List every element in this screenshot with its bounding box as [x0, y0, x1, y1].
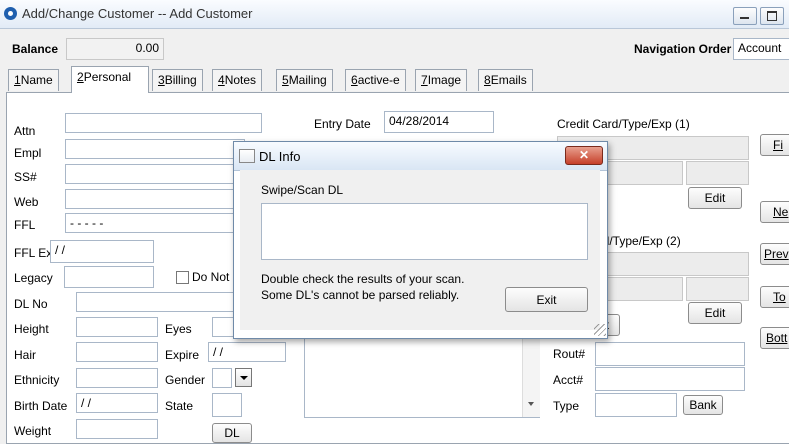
tab-emails[interactable]: 8Emails: [478, 69, 533, 91]
dialog-body: Swipe/Scan DL Double check the results o…: [240, 170, 600, 330]
hair-field[interactable]: [76, 342, 158, 362]
weight-label: Weight: [14, 424, 52, 438]
dialog-titlebar: DL Info ✕: [234, 142, 607, 171]
notes-scrollbar[interactable]: [522, 336, 540, 417]
close-icon: ✕: [578, 148, 590, 162]
gender-label: Gender: [165, 373, 206, 387]
tab-billing[interactable]: 3Billing: [152, 69, 203, 91]
window-titlebar: Add/Change Customer -- Add Customer: [0, 0, 789, 29]
state-field[interactable]: [212, 393, 242, 417]
minimize-button[interactable]: [733, 7, 757, 25]
navigation-order-label: Navigation Order: [634, 42, 732, 56]
legacy-label: Legacy: [14, 271, 53, 285]
tab-image[interactable]: 7Image: [415, 69, 468, 91]
height-label: Height: [14, 322, 49, 336]
attn-label: Attn: [14, 124, 36, 138]
swipe-scan-input[interactable]: [261, 203, 588, 260]
tab-notes[interactable]: 4Notes: [212, 69, 263, 91]
rout-label: Rout#: [553, 347, 586, 361]
dl-no-label: DL No: [14, 297, 48, 311]
acct-field[interactable]: [595, 367, 745, 391]
expire-field[interactable]: / /: [208, 342, 286, 362]
gender-field[interactable]: [212, 368, 232, 388]
minimize-icon: [740, 17, 749, 19]
empl-field[interactable]: [65, 139, 245, 159]
bottom-record-button[interactable]: Bott: [760, 327, 789, 349]
swipe-scan-label: Swipe/Scan DL: [261, 183, 344, 197]
maximize-button[interactable]: [760, 7, 784, 25]
entry-date-field[interactable]: 04/28/2014: [384, 111, 494, 133]
dl-button[interactable]: DL: [212, 423, 252, 443]
credit-card-1-label: Credit Card/Type/Exp (1): [557, 117, 690, 131]
tab-name[interactable]: 1Name: [8, 69, 59, 91]
gender-dropdown-button[interactable]: [235, 368, 252, 387]
dialog-note-line2: Some DL's cannot be parsed reliably.: [261, 288, 460, 302]
web-field[interactable]: [65, 189, 245, 209]
top-record-button[interactable]: To: [760, 286, 789, 308]
credit-card-2-exp: [686, 277, 749, 301]
state-label: State: [165, 399, 194, 413]
credit-card-1-edit-button[interactable]: Edit: [688, 187, 742, 209]
ssn-label: SS#: [14, 170, 37, 184]
birth-date-field[interactable]: / /: [76, 393, 158, 413]
app-icon: [4, 7, 17, 20]
legacy-field[interactable]: [64, 266, 154, 288]
dl-no-field[interactable]: [76, 292, 241, 312]
tab-personal[interactable]: 2Personal: [71, 66, 149, 93]
do-not-label: Do Not: [192, 270, 230, 284]
first-record-button[interactable]: Fi: [760, 134, 789, 156]
height-field[interactable]: [76, 317, 158, 337]
type-field[interactable]: [595, 393, 677, 417]
scroll-down-icon: [528, 402, 534, 406]
exit-button[interactable]: Exit: [505, 287, 588, 312]
dialog-window-icon: [239, 149, 255, 163]
notes-textarea[interactable]: [304, 335, 540, 418]
ethnicity-label: Ethnicity: [14, 373, 60, 387]
dialog-title: DL Info: [259, 149, 301, 164]
credit-card-2-edit-button[interactable]: Edit: [688, 302, 742, 324]
maximize-icon: [767, 11, 777, 21]
window-title: Add/Change Customer -- Add Customer: [22, 6, 253, 21]
balance-value: 0.00: [66, 38, 164, 60]
ethnicity-field[interactable]: [76, 368, 158, 388]
web-label: Web: [14, 195, 39, 209]
do-not-checkbox[interactable]: [176, 271, 189, 284]
previous-record-button[interactable]: Prev: [760, 243, 789, 265]
attn-field[interactable]: [65, 113, 262, 133]
credit-card-1-exp: [686, 161, 749, 185]
bank-button[interactable]: Bank: [683, 395, 723, 415]
navigation-order-select[interactable]: Account: [733, 38, 789, 60]
rout-field[interactable]: [595, 342, 745, 366]
hair-label: Hair: [14, 348, 37, 362]
tab-mailing[interactable]: 5Mailing: [276, 69, 333, 91]
acct-label: Acct#: [553, 373, 584, 387]
next-record-button[interactable]: Ne: [760, 201, 789, 223]
ssn-field[interactable]: [65, 164, 245, 184]
eyes-label: Eyes: [165, 322, 192, 336]
dl-info-dialog: DL Info ✕ Swipe/Scan DL Double check the…: [233, 141, 608, 339]
type-label: Type: [553, 399, 580, 413]
resize-grip-icon[interactable]: [594, 324, 606, 336]
expire-label: Expire: [165, 348, 200, 362]
empl-label: Empl: [14, 146, 42, 160]
ffl-field[interactable]: - - - - -: [65, 213, 245, 233]
ffl-exp-field[interactable]: / /: [50, 240, 154, 263]
dialog-close-button[interactable]: ✕: [565, 146, 603, 165]
birth-date-label: Birth Date: [14, 399, 68, 413]
ffl-label: FFL: [14, 218, 36, 232]
chevron-down-icon: [240, 376, 248, 380]
weight-field[interactable]: [76, 419, 158, 439]
tab-active-e[interactable]: 6active-e: [345, 69, 406, 91]
balance-label: Balance: [12, 42, 59, 56]
dialog-note-line1: Double check the results of your scan.: [261, 272, 465, 286]
entry-date-label: Entry Date: [314, 117, 371, 131]
